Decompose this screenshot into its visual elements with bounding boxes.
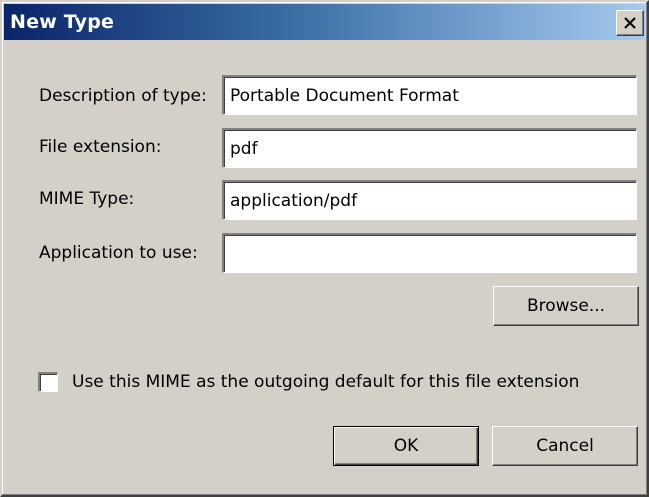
- description-input[interactable]: [230, 84, 630, 108]
- extension-input[interactable]: [230, 137, 630, 161]
- outgoing-default-checkbox[interactable]: [38, 372, 58, 392]
- new-type-dialog: New Type Description of type: File exten…: [0, 0, 649, 497]
- close-icon: [624, 17, 636, 29]
- application-label: Application to use:: [39, 243, 198, 263]
- title-bar[interactable]: New Type: [4, 4, 645, 40]
- dialog-title: New Type: [10, 11, 115, 33]
- extension-field[interactable]: [222, 128, 637, 168]
- cancel-button[interactable]: Cancel: [492, 426, 638, 466]
- mime-type-field[interactable]: [222, 180, 637, 220]
- extension-label: File extension:: [39, 137, 162, 157]
- ok-button[interactable]: OK: [333, 426, 479, 466]
- application-input[interactable]: [230, 242, 630, 266]
- application-field[interactable]: [222, 233, 637, 273]
- close-button[interactable]: [616, 10, 644, 36]
- browse-button[interactable]: Browse...: [493, 286, 639, 326]
- outgoing-default-label[interactable]: Use this MIME as the outgoing default fo…: [72, 372, 579, 392]
- mime-type-label: MIME Type:: [39, 189, 135, 209]
- mime-type-input[interactable]: [230, 189, 630, 213]
- description-label: Description of type:: [39, 86, 207, 106]
- description-field[interactable]: [222, 75, 637, 115]
